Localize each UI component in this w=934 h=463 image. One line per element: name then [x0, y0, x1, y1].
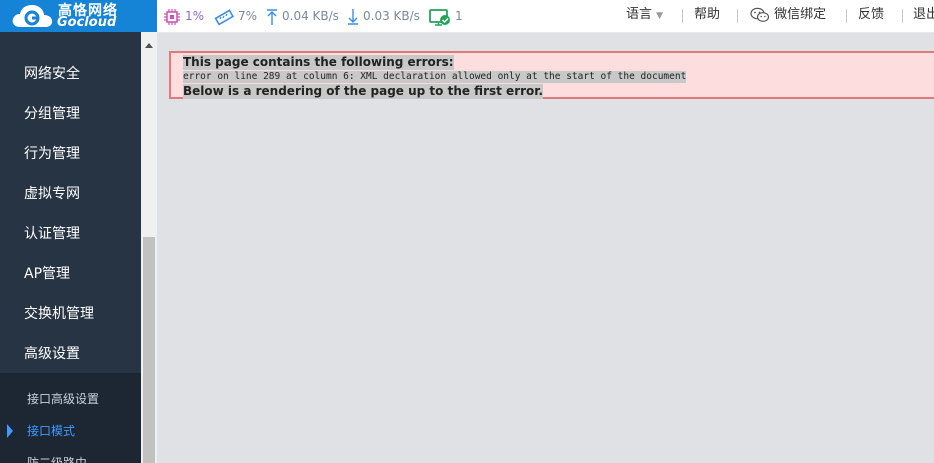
- submenu-item-interface-mode[interactable]: 接口模式: [0, 415, 141, 447]
- xml-error-box: This page contains the following errors:…: [169, 51, 934, 99]
- sidebar: 网络安全 分组管理 行为管理 虚拟专网 认证管理 AP管理 交换机管理 高级设置…: [0, 32, 141, 463]
- sidebar-item-advanced-settings[interactable]: 高级设置: [0, 334, 141, 374]
- divider: [737, 9, 738, 23]
- sidebar-item-auth-management[interactable]: 认证管理: [0, 214, 141, 254]
- logout-link[interactable]: 退出: [913, 0, 934, 32]
- language-menu[interactable]: 语言 ▼: [626, 0, 663, 32]
- cpu-value: 1%: [185, 9, 205, 23]
- memory-usage: 7%: [214, 0, 257, 32]
- monitor-check-icon: [429, 8, 450, 26]
- submenu-item-label: 接口模式: [27, 424, 76, 438]
- sidebar-item-behavior-management[interactable]: 行为管理: [0, 134, 141, 174]
- upload-arrow-icon: [267, 8, 277, 25]
- brand-name-en: Gocloud: [57, 15, 117, 30]
- download-arrow-icon: [348, 8, 358, 25]
- sidebar-item-ap-management[interactable]: AP管理: [0, 254, 141, 294]
- online-count: 1: [455, 9, 463, 23]
- scroll-up-arrow-icon[interactable]: [145, 43, 153, 48]
- cloud-logo-icon: [12, 5, 53, 27]
- cpu-usage: 1%: [163, 0, 204, 32]
- caret-down-icon: ▼: [656, 11, 664, 21]
- online-devices: 1: [429, 0, 463, 32]
- memory-icon: [214, 8, 235, 26]
- memory-value: 7%: [238, 9, 258, 23]
- scrollbar-thumb[interactable]: [143, 237, 155, 463]
- top-bar: 高恪网络 Gocloud 1% 7% 0.04 KB/s 0.03 KB/s 1: [0, 0, 934, 33]
- upload-speed: 0.04 KB/s: [266, 0, 339, 32]
- divider: [846, 9, 847, 23]
- error-footer: Below is a rendering of the page up to t…: [183, 84, 544, 99]
- sidebar-item-network-security[interactable]: 网络安全: [0, 54, 141, 94]
- sidebar-item-vpn[interactable]: 虚拟专网: [0, 174, 141, 214]
- submenu-item-anti-secondary-route[interactable]: 防二级路由: [0, 447, 141, 463]
- active-marker-icon: [7, 424, 13, 438]
- brand-logo[interactable]: 高恪网络 Gocloud: [0, 0, 157, 32]
- error-heading: This page contains the following errors:: [183, 55, 454, 70]
- submenu-item-interface-advanced[interactable]: 接口高级设置: [0, 383, 141, 415]
- main-content: This page contains the following errors:…: [157, 33, 934, 463]
- wechat-icon: [750, 7, 770, 22]
- sidebar-scrollbar[interactable]: [141, 32, 157, 463]
- sidebar-item-switch-management[interactable]: 交换机管理: [0, 294, 141, 334]
- feedback-link[interactable]: 反馈: [858, 0, 884, 32]
- help-link[interactable]: 帮助: [694, 0, 720, 32]
- wechat-bind-link[interactable]: 微信绑定: [750, 0, 826, 32]
- error-detail: error on line 289 at column 6: XML decla…: [183, 71, 687, 83]
- sidebar-item-group-management[interactable]: 分组管理: [0, 94, 141, 134]
- advanced-settings-submenu: 接口高级设置 接口模式 防二级路由: [0, 373, 141, 463]
- cpu-icon: [164, 8, 180, 25]
- sidebar-item-partial[interactable]: [0, 32, 141, 55]
- divider: [902, 9, 903, 23]
- download-value: 0.03 KB/s: [363, 9, 420, 23]
- language-label: 语言: [626, 7, 653, 22]
- upload-value: 0.04 KB/s: [282, 9, 339, 23]
- wechat-bind-label: 微信绑定: [774, 7, 827, 22]
- download-speed: 0.03 KB/s: [347, 0, 420, 32]
- divider: [682, 9, 683, 23]
